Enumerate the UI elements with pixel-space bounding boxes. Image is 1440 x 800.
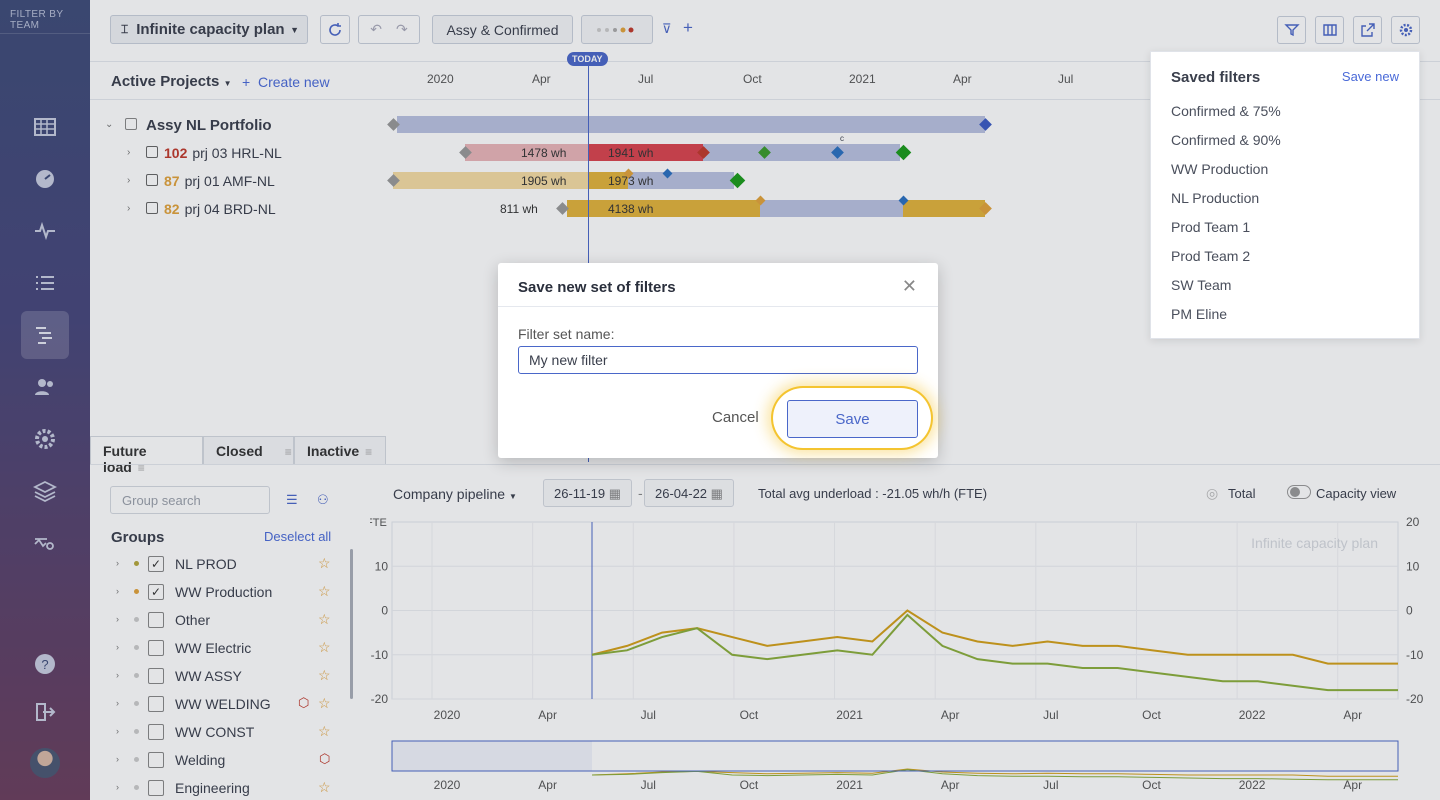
filter-name-label: Filter set name: [518,326,615,342]
save-new-link[interactable]: Save new [1342,69,1399,84]
saved-filter-item[interactable]: Confirmed & 75% [1171,103,1281,119]
close-icon[interactable]: ✕ [902,276,917,297]
saved-filter-item[interactable]: SW Team [1171,277,1231,293]
save-filter-dialog: Save new set of filters ✕ Filter set nam… [498,263,938,458]
saved-filter-item[interactable]: PM Eline [1171,306,1227,322]
saved-filter-item[interactable]: WW Production [1171,161,1268,177]
dialog-title: Save new set of filters [498,263,938,307]
saved-filters-title: Saved filters [1171,69,1261,86]
filter-name-input[interactable] [518,346,918,374]
saved-filter-item[interactable]: Prod Team 1 [1171,219,1250,235]
save-button[interactable]: Save [787,400,918,438]
saved-filter-item[interactable]: Confirmed & 90% [1171,132,1281,148]
cancel-button[interactable]: Cancel [712,409,759,426]
saved-filters-panel: Saved filters Save new Confirmed & 75% Co… [1150,51,1420,339]
saved-filter-item[interactable]: Prod Team 2 [1171,248,1250,264]
saved-filter-item[interactable]: NL Production [1171,190,1259,206]
